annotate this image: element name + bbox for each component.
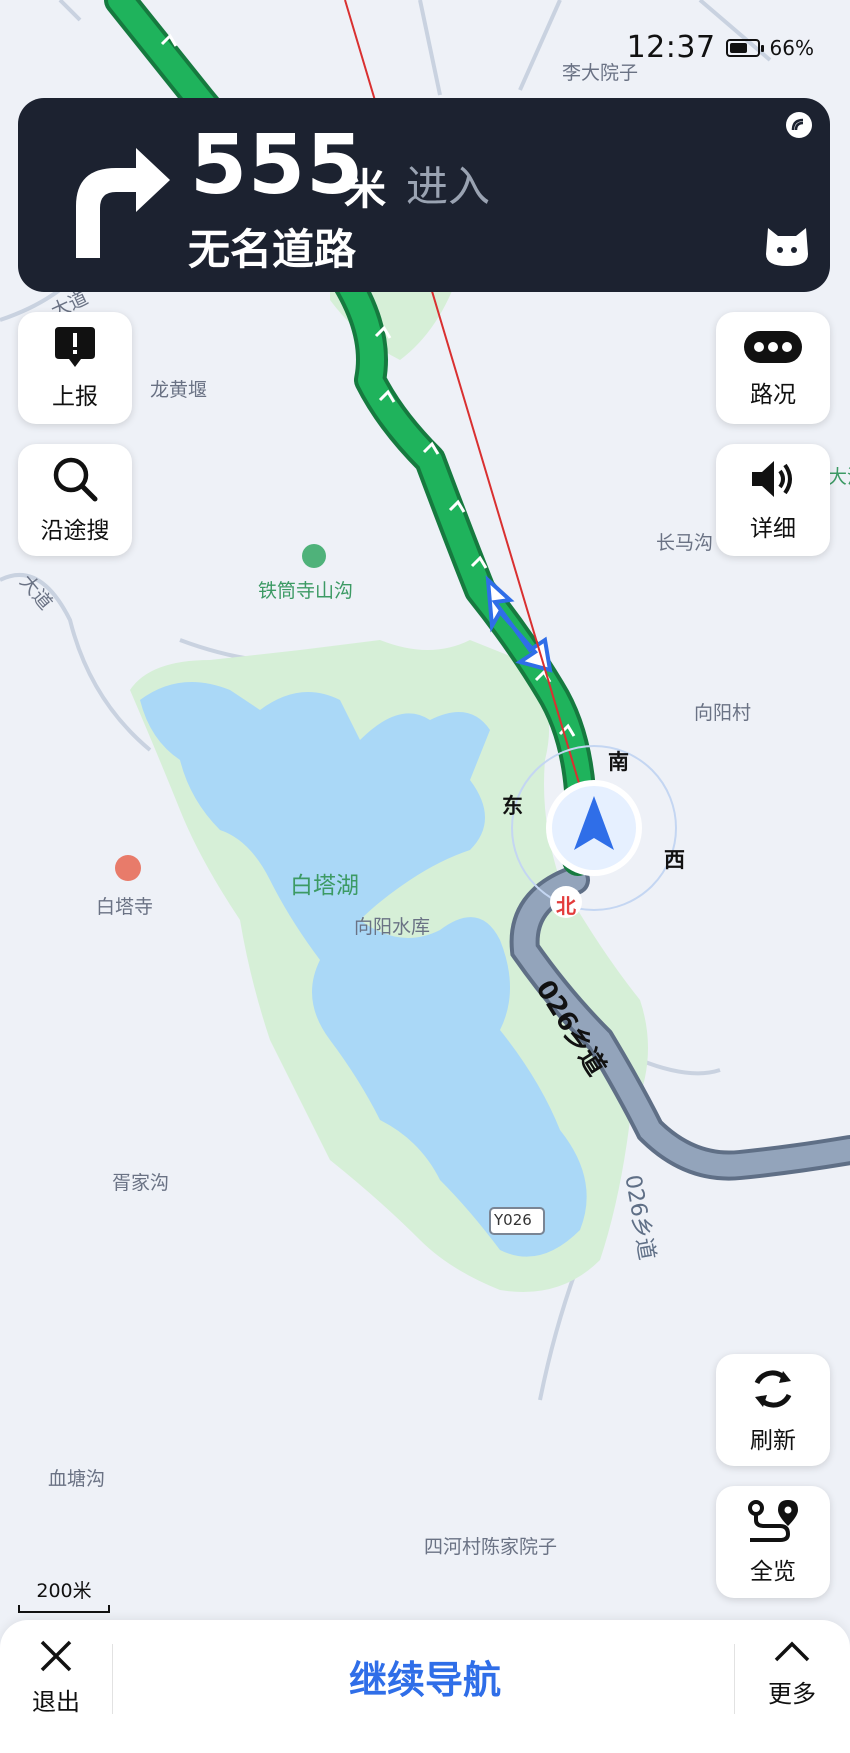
clock: 12:37 xyxy=(626,30,716,65)
compass-south: 南 xyxy=(608,750,629,774)
place-label: 铁筒寺山沟 xyxy=(258,580,354,602)
divider xyxy=(734,1644,735,1714)
battery-icon xyxy=(725,38,764,57)
map-scale: 200米 xyxy=(18,1576,110,1613)
place-label: 大池 xyxy=(828,466,850,488)
overview-label: 全览 xyxy=(750,1559,796,1585)
search-along-button[interactable]: 沿途搜 xyxy=(18,444,132,556)
overview-icon xyxy=(748,1500,798,1542)
status-bar: 12:37 66% xyxy=(627,30,814,65)
turn-action: 进入 xyxy=(406,162,491,211)
more-label: 更多 xyxy=(768,1680,816,1708)
refresh-icon xyxy=(754,1370,792,1408)
divider xyxy=(112,1644,113,1714)
place-label: 白塔湖 xyxy=(290,873,359,899)
traffic-icon xyxy=(744,331,802,363)
scale-label: 200米 xyxy=(36,1580,92,1602)
voice-signal-icon[interactable] xyxy=(784,110,814,140)
distance-unit: 米 xyxy=(344,165,387,214)
exit-label: 退出 xyxy=(32,1688,80,1716)
route-badge: Y026 xyxy=(494,1211,532,1229)
place-label: 龙黄堰 xyxy=(150,379,208,401)
place-label: 胥家沟 xyxy=(112,1172,170,1194)
detail-label: 详细 xyxy=(750,516,796,542)
close-icon xyxy=(40,1640,72,1672)
turn-right-icon xyxy=(76,148,170,258)
refresh-button[interactable]: 刷新 xyxy=(716,1354,830,1466)
search-along-label: 沿途搜 xyxy=(40,518,110,544)
report-label: 上报 xyxy=(52,384,98,410)
compass-east: 东 xyxy=(502,794,523,818)
report-button[interactable]: 上报 xyxy=(18,312,132,424)
compass-north: 北 xyxy=(556,894,576,918)
overview-button[interactable]: 全览 xyxy=(716,1486,830,1598)
place-label: 白塔寺 xyxy=(96,896,154,918)
road-name: 无名道路 xyxy=(188,225,357,274)
place-label: 血塘沟 xyxy=(48,1468,106,1490)
speaker-icon xyxy=(752,461,792,497)
report-icon xyxy=(55,327,95,367)
place-label: 向阳村 xyxy=(694,702,752,724)
exit-button[interactable]: 退出 xyxy=(20,1638,92,1738)
chevron-up-icon xyxy=(774,1641,810,1662)
bottom-bar: 退出 继续导航 更多 xyxy=(0,1620,850,1753)
place-label: 向阳水库 xyxy=(354,916,431,938)
battery-percent: 66% xyxy=(769,35,814,60)
place-label: 长马沟 xyxy=(656,532,714,554)
guidance-panel: 555 米 进入 无名道路 xyxy=(18,98,830,292)
detail-button[interactable]: 详细 xyxy=(716,444,830,556)
continue-navigation-button[interactable]: 继续导航 xyxy=(250,1650,600,1710)
search-icon xyxy=(53,457,98,502)
more-button[interactable]: 更多 xyxy=(754,1638,830,1738)
scale-bar xyxy=(18,1605,110,1613)
cat-assistant-icon[interactable] xyxy=(762,224,812,268)
place-label: 四河村陈家院子 xyxy=(424,1536,558,1558)
traffic-button[interactable]: 路况 xyxy=(716,312,830,424)
refresh-label: 刷新 xyxy=(750,1428,796,1454)
compass-west: 西 xyxy=(664,848,685,872)
traffic-label: 路况 xyxy=(750,382,796,408)
distance-value: 555 xyxy=(190,118,365,213)
